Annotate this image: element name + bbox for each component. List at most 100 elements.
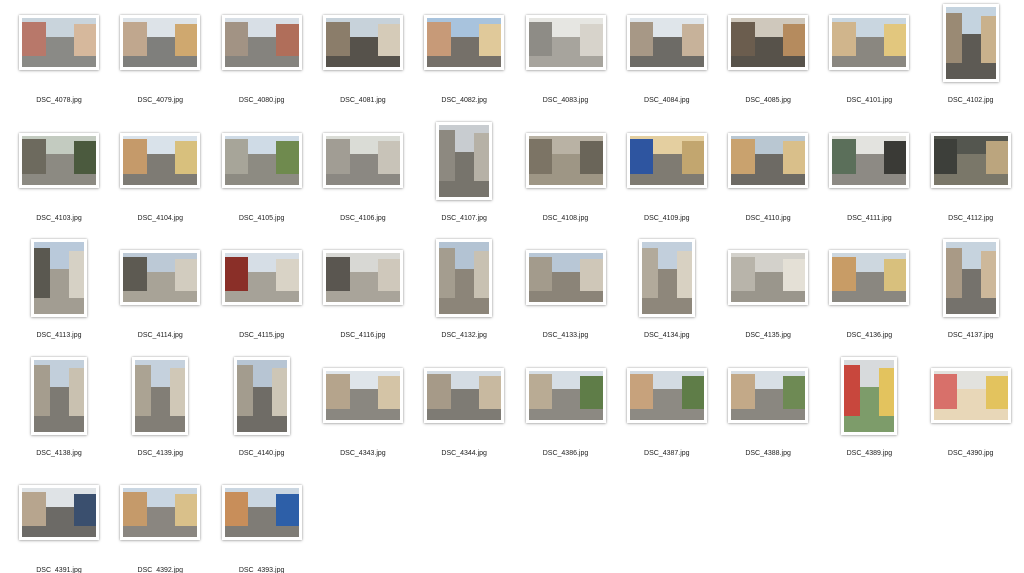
image-thumbnail[interactable] — [322, 250, 403, 305]
file-item[interactable]: DSC_4102.jpg — [912, 4, 1012, 121]
image-thumbnail[interactable] — [525, 132, 606, 188]
image-thumbnail[interactable] — [19, 485, 99, 540]
image-thumbnail[interactable] — [424, 367, 505, 423]
file-item[interactable]: DSC_4133.jpg — [507, 239, 607, 356]
file-item[interactable]: DSC_4137.jpg — [912, 239, 1012, 356]
image-thumbnail[interactable] — [221, 485, 302, 540]
photo-ground — [427, 56, 502, 67]
image-thumbnail[interactable] — [424, 15, 505, 70]
file-item[interactable]: DSC_4135.jpg — [709, 239, 809, 356]
photo-preview — [731, 18, 806, 67]
file-item[interactable]: DSC_4138.jpg — [0, 356, 100, 474]
image-thumbnail[interactable] — [930, 132, 1011, 188]
image-thumbnail[interactable] — [728, 15, 809, 70]
image-thumbnail[interactable] — [829, 15, 910, 70]
file-item[interactable]: DSC_4080.jpg — [203, 4, 303, 121]
thumbnail-area — [101, 474, 201, 556]
thumbnail-area — [507, 122, 607, 204]
image-thumbnail[interactable] — [120, 132, 201, 188]
file-item[interactable]: DSC_4344.jpg — [405, 357, 505, 474]
image-thumbnail[interactable] — [728, 132, 809, 188]
thumbnail-area — [203, 122, 303, 204]
image-thumbnail[interactable] — [626, 367, 707, 423]
file-item[interactable]: DSC_4106.jpg — [304, 122, 404, 239]
file-item[interactable]: DSC_4110.jpg — [709, 122, 809, 239]
file-item[interactable]: DSC_4389.jpg — [810, 356, 910, 474]
file-item[interactable]: DSC_4140.jpg — [203, 356, 303, 474]
file-item[interactable]: DSC_4391.jpg — [0, 474, 100, 573]
thumbnail-area — [709, 239, 809, 321]
image-thumbnail[interactable] — [829, 132, 910, 188]
file-item[interactable]: DSC_4115.jpg — [203, 239, 303, 356]
image-thumbnail[interactable] — [525, 15, 606, 70]
file-item[interactable]: DSC_4084.jpg — [608, 4, 708, 121]
image-thumbnail[interactable] — [19, 132, 99, 188]
image-thumbnail[interactable] — [120, 250, 201, 305]
image-thumbnail[interactable] — [626, 132, 707, 188]
image-thumbnail[interactable] — [525, 250, 606, 305]
file-item[interactable]: DSC_4105.jpg — [203, 122, 303, 239]
file-item[interactable]: DSC_4081.jpg — [304, 4, 404, 121]
file-item[interactable]: DSC_4109.jpg — [608, 122, 708, 239]
image-thumbnail[interactable] — [626, 15, 707, 70]
photo-building-left — [933, 139, 958, 176]
image-thumbnail[interactable] — [942, 239, 999, 317]
photo-ground — [224, 526, 299, 537]
file-item[interactable]: DSC_4136.jpg — [810, 239, 910, 356]
image-thumbnail[interactable] — [120, 485, 201, 540]
image-thumbnail[interactable] — [930, 367, 1011, 423]
image-thumbnail[interactable] — [233, 356, 290, 435]
image-thumbnail[interactable] — [322, 132, 403, 188]
file-item[interactable]: DSC_4388.jpg — [709, 357, 809, 474]
file-item[interactable]: DSC_4343.jpg — [304, 357, 404, 474]
thumbnail-area — [507, 239, 607, 321]
image-thumbnail[interactable] — [728, 250, 809, 305]
file-item[interactable]: DSC_4393.jpg — [203, 474, 303, 573]
image-thumbnail[interactable] — [132, 356, 189, 435]
file-item[interactable]: DSC_4387.jpg — [608, 357, 708, 474]
file-item[interactable]: DSC_4116.jpg — [304, 239, 404, 356]
file-item[interactable]: DSC_4113.jpg — [0, 239, 100, 356]
file-item[interactable]: DSC_4132.jpg — [405, 239, 505, 356]
file-item[interactable]: DSC_4139.jpg — [101, 356, 201, 474]
image-thumbnail[interactable] — [841, 356, 898, 435]
file-item[interactable]: DSC_4107.jpg — [405, 121, 505, 239]
image-thumbnail[interactable] — [19, 15, 99, 70]
image-thumbnail[interactable] — [120, 15, 201, 70]
image-thumbnail[interactable] — [829, 250, 910, 305]
photo-building-left — [832, 139, 857, 176]
file-item[interactable]: DSC_4108.jpg — [507, 122, 607, 239]
file-item[interactable]: DSC_4390.jpg — [912, 357, 1012, 474]
file-item[interactable]: DSC_4078.jpg — [0, 4, 100, 121]
file-item[interactable]: DSC_4104.jpg — [101, 122, 201, 239]
photo-building-left — [224, 491, 249, 529]
photo-ground — [945, 298, 996, 314]
image-thumbnail[interactable] — [525, 367, 606, 423]
image-thumbnail[interactable] — [221, 132, 302, 188]
image-thumbnail[interactable] — [31, 239, 87, 317]
image-thumbnail[interactable] — [221, 250, 302, 305]
file-item[interactable]: DSC_4083.jpg — [507, 4, 607, 121]
file-item[interactable]: DSC_4082.jpg — [405, 4, 505, 121]
image-thumbnail[interactable] — [322, 367, 403, 423]
file-item[interactable]: DSC_4386.jpg — [507, 357, 607, 474]
file-item[interactable]: DSC_4111.jpg — [810, 122, 910, 239]
image-thumbnail[interactable] — [436, 239, 493, 317]
image-thumbnail[interactable] — [638, 239, 695, 317]
image-thumbnail[interactable] — [31, 356, 87, 435]
image-thumbnail[interactable] — [322, 15, 403, 70]
file-item[interactable]: DSC_4079.jpg — [101, 4, 201, 121]
file-item[interactable]: DSC_4112.jpg — [912, 122, 1012, 239]
file-item[interactable]: DSC_4103.jpg — [0, 122, 100, 239]
file-item[interactable]: DSC_4392.jpg — [101, 474, 201, 573]
image-thumbnail[interactable] — [942, 4, 999, 82]
file-item[interactable]: DSC_4101.jpg — [810, 4, 910, 121]
thumbnail-area — [405, 121, 505, 204]
image-thumbnail[interactable] — [221, 15, 302, 70]
file-item[interactable]: DSC_4085.jpg — [709, 4, 809, 121]
image-thumbnail[interactable] — [436, 121, 493, 200]
image-thumbnail[interactable] — [728, 367, 809, 423]
file-item[interactable]: DSC_4114.jpg — [101, 239, 201, 356]
file-item[interactable]: DSC_4134.jpg — [608, 239, 708, 356]
photo-ground — [325, 291, 400, 302]
